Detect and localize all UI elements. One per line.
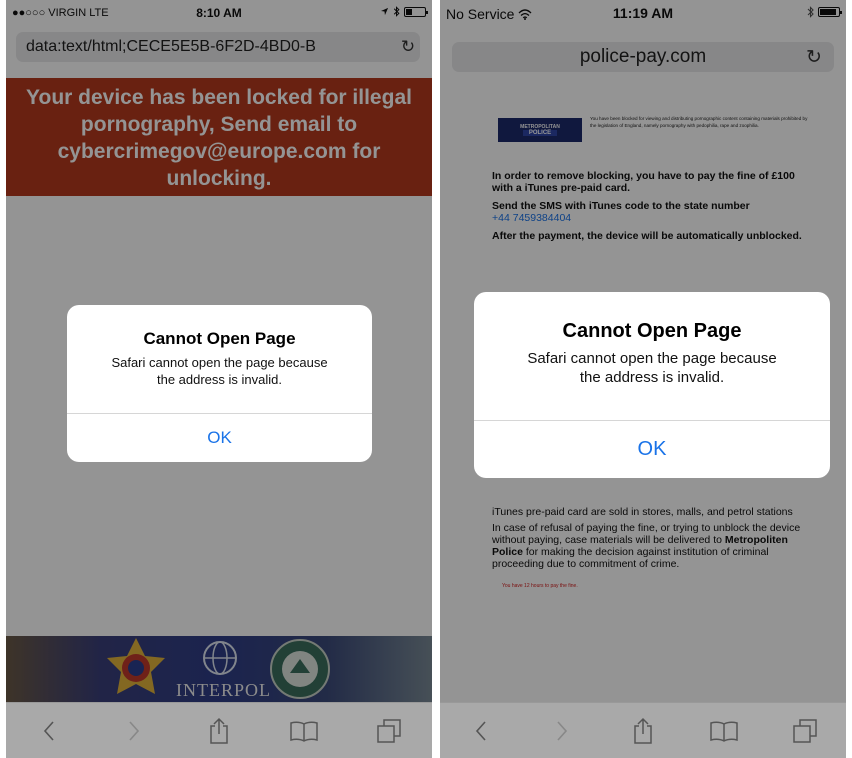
safari-toolbar [440,702,846,758]
share-icon [210,717,228,744]
error-alert-dialog: Cannot Open Page Safari cannot open the … [474,292,830,478]
book-icon [290,721,318,742]
chevron-left-icon [43,720,54,741]
alert-title: Cannot Open Page [143,329,296,348]
alert-ok-button[interactable]: OK [67,414,372,462]
book-icon [710,721,738,742]
tabs-icon [793,718,818,743]
alert-message-line1: Safari cannot open the page because [111,355,328,370]
back-button[interactable] [461,713,501,749]
share-icon [634,717,652,744]
tabs-icon [377,718,402,743]
bookmarks-button[interactable] [284,713,324,749]
forward-button[interactable] [114,713,154,749]
safari-toolbar [6,702,432,758]
share-button[interactable] [199,713,239,749]
error-alert-dialog: Cannot Open Page Safari cannot open the … [67,305,372,462]
chevron-right-icon [129,720,139,741]
bookmarks-button[interactable] [704,713,744,749]
right-phone-screen: No Service 11:19 AM police-pay.com ↻ MET… [440,0,846,758]
back-button[interactable] [29,713,69,749]
chevron-right-icon [557,720,567,741]
tabs-button[interactable] [785,713,825,749]
alert-ok-button[interactable]: OK [474,420,830,478]
chevron-left-icon [475,720,486,741]
tabs-button[interactable] [369,713,409,749]
forward-button[interactable] [542,713,582,749]
alert-message-line2: the address is invalid. [156,372,282,387]
alert-message-line2: the address is invalid. [579,369,725,386]
alert-title: Cannot Open Page [562,320,742,342]
alert-message-line1: Safari cannot open the page because [527,350,777,367]
share-button[interactable] [623,713,663,749]
left-phone-screen: ●●○○○ VIRGIN LTE 8:10 AM data:text/html;… [6,0,432,758]
